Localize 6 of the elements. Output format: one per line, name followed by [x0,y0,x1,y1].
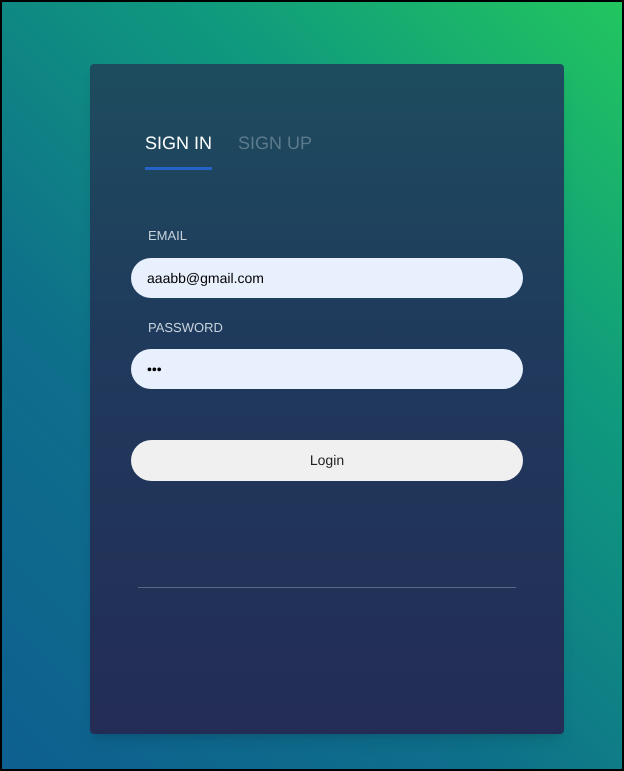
input-field[interactable]: ••• [131,349,523,389]
field-label: PASSWORD [148,318,224,336]
login-button[interactable]: Login [131,440,523,481]
field-label: EMAIL [148,227,188,245]
input-field[interactable]: aaabb@gmail.com [131,258,523,298]
tab[interactable]: SIGN IN [145,130,212,170]
